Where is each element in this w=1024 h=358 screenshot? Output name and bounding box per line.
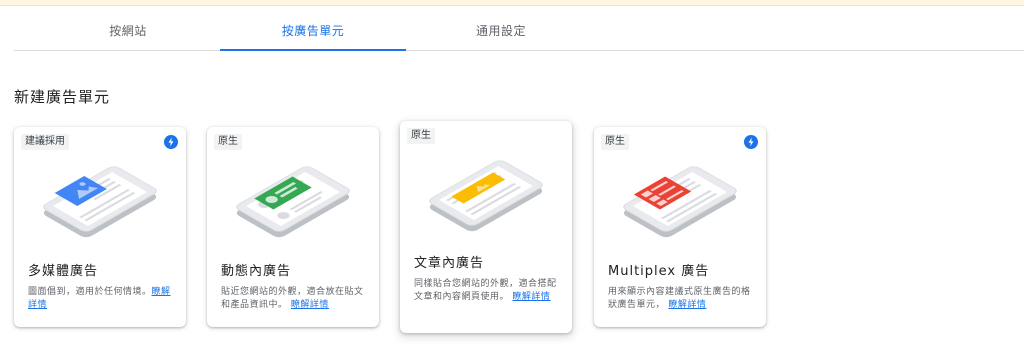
card-title: Multiplex 廣告 <box>608 264 710 279</box>
learn-more-link[interactable]: 瞭解詳情 <box>512 292 550 302</box>
card-description: 同樣貼合您網站的外觀，適合搭配文章和內容網頁使用。 瞭解詳情 <box>414 278 562 304</box>
card-tag: 原生 <box>407 128 435 144</box>
phone-illustration <box>43 166 157 238</box>
notice-bar <box>0 0 1024 6</box>
card-title: 多媒體廣告 <box>28 264 99 279</box>
lightning-icon <box>744 135 758 149</box>
lightning-icon <box>164 135 178 149</box>
card-tag: 原生 <box>214 134 242 150</box>
tab-label: 通用設定 <box>475 24 526 38</box>
card-title: 文章內廣告 <box>414 256 485 271</box>
tab-label: 按網站 <box>109 24 147 38</box>
card-tag: 建議採用 <box>21 134 69 150</box>
tab-bar: 按網站 按廣告單元 通用設定 <box>14 14 1024 51</box>
tab-global-settings[interactable]: 通用設定 <box>438 14 564 49</box>
phone-illustration <box>429 160 543 232</box>
card-title: 動態內廣告 <box>221 264 292 279</box>
card-description: 用來顯示內容建議式原生廣告的格狀廣告單元， 瞭解詳情 <box>608 286 756 312</box>
card-description-text: 圖面倡到，適用於任何情境。 <box>28 287 152 297</box>
card-in-article-ad[interactable]: 原生 文章內廣告 同樣貼合您網站的外觀，適合搭配文章和內容網頁使用。 瞭解詳情 <box>400 121 572 333</box>
card-description: 貼近您網站的外觀，適合放在貼文和產品資訊中。 瞭解詳情 <box>221 286 369 312</box>
card-tag: 原生 <box>601 134 629 150</box>
card-display-ad[interactable]: 建議採用 多媒體廣告 圖面倡到，適用於任何情境。瞭解詳情 <box>14 127 186 327</box>
active-tab-indicator <box>220 49 406 51</box>
page-title: 新建廣告單元 <box>14 88 111 106</box>
tab-by-ad-unit[interactable]: 按廣告單元 <box>220 14 406 51</box>
tab-label: 按廣告單元 <box>281 24 345 38</box>
card-multiplex-ad[interactable]: 原生 Multiplex 廣告 用來顯示內容建議式原生廣告的格狀廣告單元， 瞭解… <box>594 127 766 327</box>
card-in-feed-ad[interactable]: 原生 動態內廣告 貼近您網站的外觀，適合放在貼文和產品資訊中。 瞭解詳情 <box>207 127 379 327</box>
learn-more-link[interactable]: 瞭解詳情 <box>668 300 706 310</box>
card-description: 圖面倡到，適用於任何情境。瞭解詳情 <box>28 286 176 312</box>
tab-by-site[interactable]: 按網站 <box>68 14 188 49</box>
phone-illustration <box>236 166 350 238</box>
learn-more-link[interactable]: 瞭解詳情 <box>291 300 329 310</box>
phone-illustration <box>623 166 737 238</box>
